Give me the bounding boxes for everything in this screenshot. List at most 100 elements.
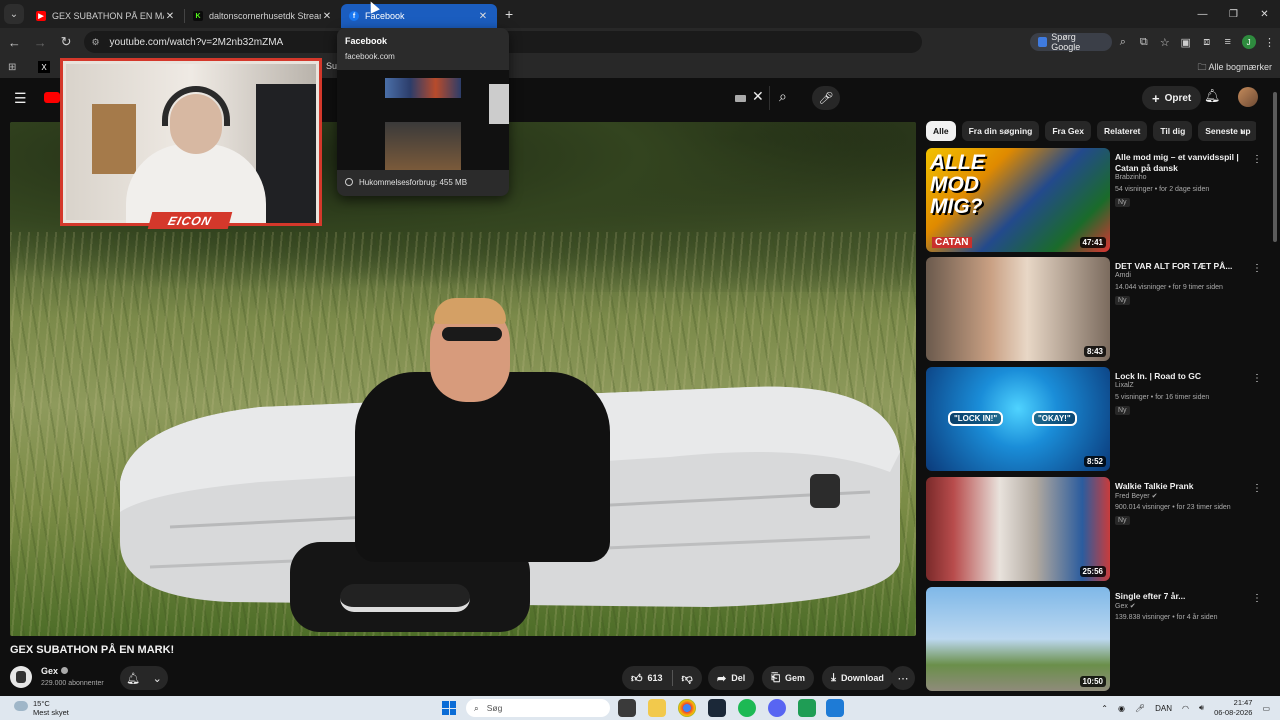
task-view-icon[interactable] bbox=[618, 699, 636, 717]
zoom-icon[interactable]: ⌕ bbox=[1112, 31, 1133, 53]
new-tab-plus-icon[interactable]: + bbox=[505, 6, 513, 22]
app-icon[interactable] bbox=[798, 699, 816, 717]
chip-for-you[interactable]: Til dig bbox=[1153, 121, 1193, 141]
recommendation-item[interactable]: 10:50 Single efter 7 år... Gex ✔ 139.838… bbox=[926, 587, 1266, 691]
video-frame-sunglasses bbox=[442, 327, 502, 341]
chip-recent-uploads[interactable]: Seneste up bbox=[1198, 121, 1256, 141]
taskbar-search-input[interactable]: ⌕ Søg bbox=[466, 699, 610, 717]
hamburger-menu-icon[interactable]: ☰ bbox=[14, 90, 28, 107]
create-label: Opret bbox=[1164, 92, 1192, 104]
tab-facebook[interactable]: f Facebook ✕ bbox=[341, 4, 497, 28]
reading-list-icon[interactable]: ≡ bbox=[1217, 31, 1238, 53]
create-button[interactable]: + Opret bbox=[1142, 86, 1202, 110]
windows-start-icon[interactable] bbox=[442, 701, 456, 715]
channel-label: Gex bbox=[1115, 603, 1128, 610]
recommendation-thumbnail[interactable]: 10:50 bbox=[926, 587, 1110, 691]
kebab-menu-icon[interactable]: ⋮ bbox=[1252, 154, 1262, 165]
more-actions-icon[interactable]: ⋯ bbox=[891, 666, 915, 690]
bookmark-truncated[interactable]: Su bbox=[326, 61, 337, 71]
extension-icon[interactable]: ▣ bbox=[1175, 31, 1196, 53]
file-explorer-icon[interactable] bbox=[648, 699, 666, 717]
youtube-logo-icon[interactable] bbox=[44, 92, 60, 103]
volume-icon[interactable]: 🔊︎ bbox=[1199, 703, 1204, 713]
recommendation-item[interactable]: 8:43 DET VAR ALT FOR TÆT PÅ... Amdi 14.0… bbox=[926, 257, 1266, 361]
recommendation-item[interactable]: "LOCK IN!" "OKAY!" 8:52 Lock In. | Road … bbox=[926, 367, 1266, 471]
minimize-icon[interactable]: — bbox=[1187, 0, 1218, 28]
weather-widget[interactable]: 15°C Mest skyet bbox=[33, 699, 69, 717]
microphone-icon[interactable]: 🎤︎ bbox=[1135, 704, 1145, 713]
notifications-icon[interactable]: ▭ bbox=[1262, 704, 1270, 713]
scrollbar-thumb[interactable] bbox=[1273, 92, 1277, 242]
recommendation-thumbnail[interactable]: "LOCK IN!" "OKAY!" 8:52 bbox=[926, 367, 1110, 471]
microphone-icon[interactable]: 🎤︎ bbox=[812, 86, 840, 110]
tab-search-button[interactable]: ⌄ bbox=[4, 4, 24, 24]
x-bookmark-icon[interactable]: X bbox=[38, 61, 50, 73]
kebab-menu-icon[interactable]: ⋮ bbox=[1252, 593, 1262, 604]
keyboard-icon[interactable] bbox=[735, 95, 746, 102]
recommendation-thumbnail[interactable]: 8:43 bbox=[926, 257, 1110, 361]
save-button[interactable]: ⎗ Gem bbox=[762, 666, 815, 690]
page-scrollbar[interactable] bbox=[1272, 88, 1278, 692]
kebab-menu-icon[interactable]: ⋮ bbox=[1252, 263, 1262, 274]
steam-icon[interactable] bbox=[708, 699, 726, 717]
language-indicator[interactable]: DAN bbox=[1155, 704, 1172, 713]
tab-youtube[interactable]: ▶ GEX SUBATHON PÅ EN MARK! ✕ bbox=[28, 4, 184, 28]
google-lens-icon bbox=[1037, 37, 1048, 47]
recommendation-item[interactable]: ALLE MOD MIG? CATAN 47:41 Alle mod mig –… bbox=[926, 148, 1266, 252]
notepad-icon[interactable] bbox=[826, 699, 844, 717]
tab-title: Facebook bbox=[365, 11, 405, 21]
network-icon[interactable]: ◉ bbox=[1118, 704, 1125, 713]
tab-kick[interactable]: K daltonscornerhusetdk Stream ✕ bbox=[185, 4, 341, 28]
chevron-up-icon[interactable]: ⌃ bbox=[1101, 704, 1108, 713]
close-window-icon[interactable]: ✕ bbox=[1249, 0, 1280, 28]
share-button[interactable]: ➦ Del bbox=[708, 666, 755, 690]
download-icon: ⤓ bbox=[831, 671, 836, 684]
chip-all[interactable]: Alle bbox=[926, 121, 956, 141]
thumbnail-bubble-left: "LOCK IN!" bbox=[948, 411, 1004, 426]
install-app-icon[interactable]: ⧉ bbox=[1133, 31, 1154, 53]
kebab-menu-icon[interactable]: ⋮ bbox=[1252, 483, 1262, 494]
channel-avatar[interactable] bbox=[10, 666, 32, 688]
close-tab-icon[interactable]: ✕ bbox=[321, 11, 333, 22]
clear-search-icon[interactable]: ✕ bbox=[752, 88, 764, 105]
bookmark-star-icon[interactable]: ☆ bbox=[1154, 31, 1175, 53]
chip-from-gex[interactable]: Fra Gex bbox=[1045, 121, 1091, 141]
wifi-icon[interactable]: ◠ bbox=[1182, 704, 1189, 713]
extensions-puzzle-icon[interactable]: ⧈ bbox=[1196, 31, 1217, 53]
forward-arrow-icon[interactable]: → bbox=[29, 30, 52, 54]
duration-badge: 25:56 bbox=[1079, 566, 1106, 577]
ask-google-button[interactable]: Spørg Google bbox=[1029, 32, 1113, 52]
spotify-icon[interactable] bbox=[738, 699, 756, 717]
back-arrow-icon[interactable]: ← bbox=[3, 30, 26, 54]
dislike-button[interactable]: 👎︎ bbox=[673, 672, 702, 685]
discord-icon[interactable] bbox=[768, 699, 786, 717]
clock[interactable]: 21:47 06-08-2026 bbox=[1214, 698, 1252, 718]
recommendation-thumbnail[interactable]: ALLE MOD MIG? CATAN 47:41 bbox=[926, 148, 1110, 252]
recommendation-thumbnail[interactable]: 25:56 bbox=[926, 477, 1110, 581]
close-tab-icon[interactable]: ✕ bbox=[477, 11, 489, 22]
recommendation-channel: Brabzinho bbox=[1115, 174, 1147, 181]
reload-icon[interactable]: ↻ bbox=[55, 30, 78, 54]
recommendation-item[interactable]: 25:56 Walkie Talkie Prank Fred Beyer ✔ 9… bbox=[926, 477, 1266, 581]
restore-icon[interactable]: ❐ bbox=[1218, 0, 1249, 28]
close-tab-icon[interactable]: ✕ bbox=[164, 11, 176, 22]
channel-name[interactable]: Gex bbox=[41, 666, 69, 676]
site-info-icon[interactable]: ⚙ bbox=[92, 37, 106, 48]
search-input[interactable] bbox=[505, 86, 770, 110]
kebab-menu-icon[interactable]: ⋮ bbox=[1252, 373, 1262, 384]
verified-badge-icon bbox=[61, 667, 69, 674]
all-bookmarks-button[interactable]: 🗀 Alle bogmærker bbox=[1197, 60, 1272, 76]
account-avatar[interactable] bbox=[1238, 87, 1258, 107]
chip-related[interactable]: Relateret bbox=[1097, 121, 1148, 141]
chips-next-chevron-icon[interactable]: › bbox=[1240, 124, 1244, 138]
download-button[interactable]: ⤓ Download bbox=[822, 666, 893, 690]
apps-grid-icon[interactable]: ⊞ bbox=[8, 62, 20, 73]
subscription-notifications-button[interactable]: 🔔︎ ⌄ bbox=[120, 666, 168, 690]
chrome-icon[interactable] bbox=[678, 699, 696, 717]
notifications-bell-icon[interactable]: 🔔︎ bbox=[1204, 88, 1221, 104]
profile-button[interactable]: J bbox=[1238, 31, 1259, 53]
search-icon[interactable]: ⌕ bbox=[779, 88, 787, 105]
kebab-menu-icon[interactable]: ⋮ bbox=[1259, 31, 1280, 53]
chip-from-search[interactable]: Fra din søgning bbox=[961, 121, 1040, 141]
like-button[interactable]: 👍︎ 613 bbox=[622, 672, 672, 685]
